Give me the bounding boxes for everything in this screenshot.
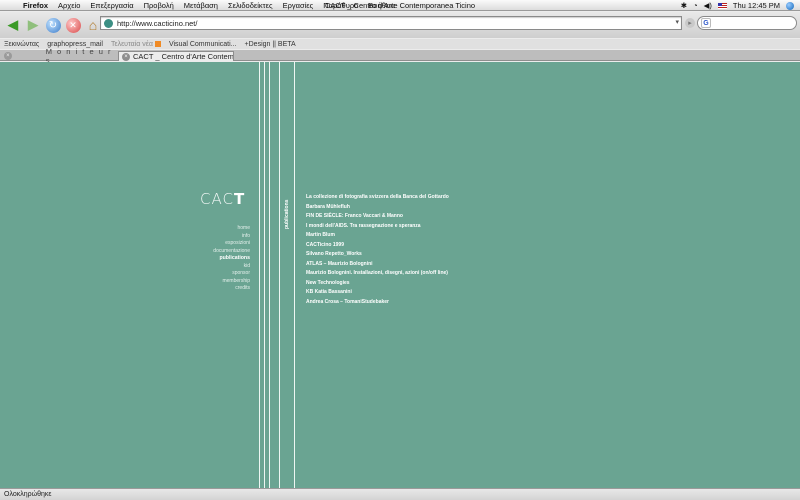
publication-link[interactable]: I mondi dell'AIDS. Tra rassegnazione e s… — [306, 222, 449, 232]
publication-link[interactable]: Silvano Repetto_Works — [306, 250, 449, 260]
logo-bold-text: T — [233, 190, 246, 208]
nav-home[interactable]: home — [213, 225, 250, 233]
back-arrow-icon[interactable]: ◀ — [4, 16, 22, 34]
volume-icon[interactable]: ◀) — [704, 1, 712, 10]
macos-menu-bar: Firefox Αρχείο Επεξεργασία Προβολή Μετάβ… — [0, 0, 800, 11]
bookmark-visual-communication[interactable]: Visual Communicati... — [169, 41, 237, 48]
url-dropdown-icon[interactable]: ▾ — [675, 18, 679, 26]
url-text[interactable]: http://www.cacticino.net/ — [117, 19, 197, 28]
nav-info[interactable]: info — [213, 233, 250, 241]
publication-link[interactable]: FIN DE SIÈCLE: Franco Vaccari & Manno — [306, 212, 449, 222]
nav-credits[interactable]: credits — [213, 285, 250, 293]
cact-logo[interactable]: CACT — [200, 190, 245, 208]
tab-cact-label: CACT _ Centro d'Arte Contempor... — [133, 52, 233, 61]
publication-link[interactable]: KB Katia Bassanini — [306, 288, 449, 298]
publication-link[interactable]: CACTicino 1999 — [306, 241, 449, 251]
bookmark-design-beta[interactable]: +Design || BETA — [245, 41, 296, 48]
spotlight-icon[interactable] — [786, 1, 794, 10]
search-box[interactable]: G — [697, 16, 797, 30]
section-label-vertical: publications — [284, 199, 290, 229]
close-tab-icon[interactable]: × — [122, 52, 130, 61]
url-bar[interactable]: http://www.cacticino.net/ ▾ — [100, 16, 682, 30]
tab-moniteurs[interactable]: × M o n i t e u r s — [0, 47, 118, 65]
menu-tools[interactable]: Εργασίες — [278, 1, 319, 10]
publication-link[interactable]: ATLAS – Maurizio Bolognini — [306, 260, 449, 270]
status-text: Ολοκληρώθηκε — [4, 491, 52, 498]
clock[interactable]: Thu 12:45 PM — [733, 1, 780, 10]
menu-extras: ✱ ◔ ◀) Thu 12:45 PM — [681, 0, 794, 11]
publication-link[interactable]: Barbara Mühlefluh — [306, 203, 449, 213]
publication-link[interactable]: La collezione di fotografia svizzera del… — [306, 193, 449, 203]
close-tab-icon[interactable]: × — [4, 52, 12, 60]
stop-icon: ✕ — [65, 17, 81, 33]
publication-link[interactable]: Andrea Crosa – TomaniStudebaker — [306, 298, 449, 308]
decorative-line — [294, 62, 295, 488]
bookmarks-toolbar: Ξεκινώντας graphopress_mail Τελευταία νέ… — [0, 39, 800, 49]
reload-icon: ↻ — [45, 17, 61, 33]
decorative-line — [269, 62, 270, 488]
google-search-icon[interactable]: G — [701, 18, 711, 28]
decorative-line — [264, 62, 265, 488]
tab-bar: × M o n i t e u r s × CACT _ Centro d'Ar… — [0, 47, 800, 65]
forward-arrow-icon[interactable]: ▶ — [24, 16, 42, 34]
logo-light-text: CAC — [200, 190, 234, 208]
menu-window[interactable]: Παράθυρο — [318, 1, 363, 10]
stop-button[interactable]: ✕ — [64, 16, 82, 34]
page-content: CACT home info esposizioni documentazion… — [0, 62, 800, 488]
publication-link[interactable]: Maurizio Bolognini. Installazioni, diseg… — [306, 269, 449, 279]
menu-file[interactable]: Αρχείο — [53, 1, 85, 10]
us-flag-icon[interactable] — [717, 2, 727, 9]
bookmark-latest-news[interactable]: Τελευταία νέα — [111, 41, 161, 48]
nav-membership[interactable]: membership — [213, 278, 250, 286]
reload-button[interactable]: ↻ — [44, 16, 62, 34]
site-favicon-icon — [104, 18, 113, 28]
menu-view[interactable]: Προβολή — [139, 1, 179, 10]
menu-bookmarks[interactable]: Σελιδοδείκτες — [223, 1, 278, 10]
status-bar: Ολοκληρώθηκε — [0, 488, 800, 500]
menu-edit[interactable]: Επεξεργασία — [85, 1, 138, 10]
bluetooth-icon[interactable]: ✱ — [681, 1, 687, 10]
nav-kid[interactable]: kid — [213, 263, 250, 271]
decorative-line — [279, 62, 280, 488]
wifi-icon[interactable]: ◔ — [693, 1, 698, 10]
nav-esposizioni[interactable]: esposizioni — [213, 240, 250, 248]
nav-sponsor[interactable]: sponsor — [213, 270, 250, 278]
rss-icon — [154, 40, 161, 47]
publication-link[interactable]: Martin Blum — [306, 231, 449, 241]
menu-go[interactable]: Μετάβαση — [179, 1, 223, 10]
go-arrow-icon[interactable]: ▸ — [685, 18, 695, 28]
nav-publications[interactable]: publications — [213, 255, 250, 263]
bookmark-getting-started[interactable]: Ξεκινώντας — [4, 41, 39, 48]
publications-list: La collezione di fotografia svizzera del… — [306, 193, 449, 307]
menu-app-firefox[interactable]: Firefox — [18, 1, 53, 10]
browser-toolbar: ◀ ▶ ↻ ✕ ⌂ http://www.cacticino.net/ ▾ ▸ … — [0, 12, 800, 38]
tab-cact[interactable]: × CACT _ Centro d'Arte Contempor... — [118, 51, 234, 61]
nav-documentazione[interactable]: documentazione — [213, 248, 250, 256]
decorative-line — [259, 62, 260, 488]
publication-link[interactable]: New Technologies — [306, 279, 449, 289]
menu-help[interactable]: Βοήθεια — [363, 1, 400, 10]
site-nav: home info esposizioni documentazione pub… — [213, 225, 250, 293]
